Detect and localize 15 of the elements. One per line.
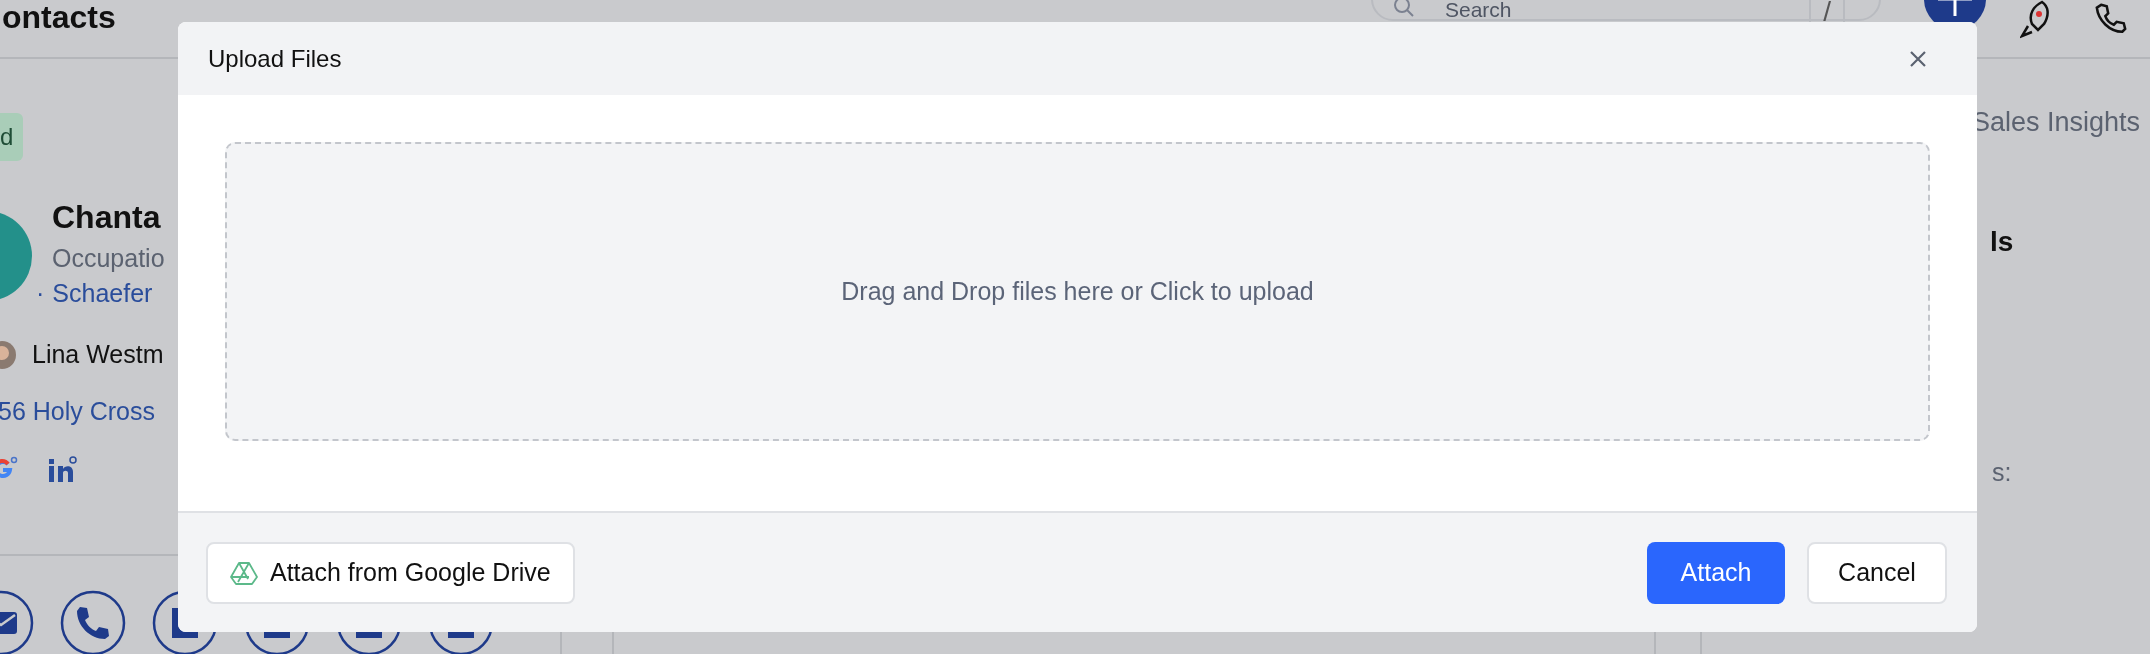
owner-name: Lina Westm	[32, 340, 164, 369]
status-tag: d	[0, 113, 24, 161]
google-drive-button[interactable]: Attach from Google Drive	[206, 541, 575, 604]
cancel-button[interactable]: Cancel	[1807, 541, 1947, 604]
dialog-title: Upload Files	[208, 44, 342, 73]
contact-name: Chanta	[52, 199, 161, 236]
drop-zone-text: Drag and Drop files here or Click to upload	[841, 277, 1314, 306]
bullet: ·	[36, 279, 45, 308]
occupation-text: Occupatio	[52, 244, 165, 273]
company-link[interactable]: Schaefer	[52, 279, 153, 308]
section-heading: ls	[1990, 226, 2014, 258]
field-label: s:	[1992, 458, 2012, 487]
file-drop-zone[interactable]: Drag and Drop files here or Click to upload	[225, 142, 1930, 441]
page-title: ontacts	[2, 0, 116, 34]
attach-button[interactable]: Attach	[1647, 541, 1785, 604]
